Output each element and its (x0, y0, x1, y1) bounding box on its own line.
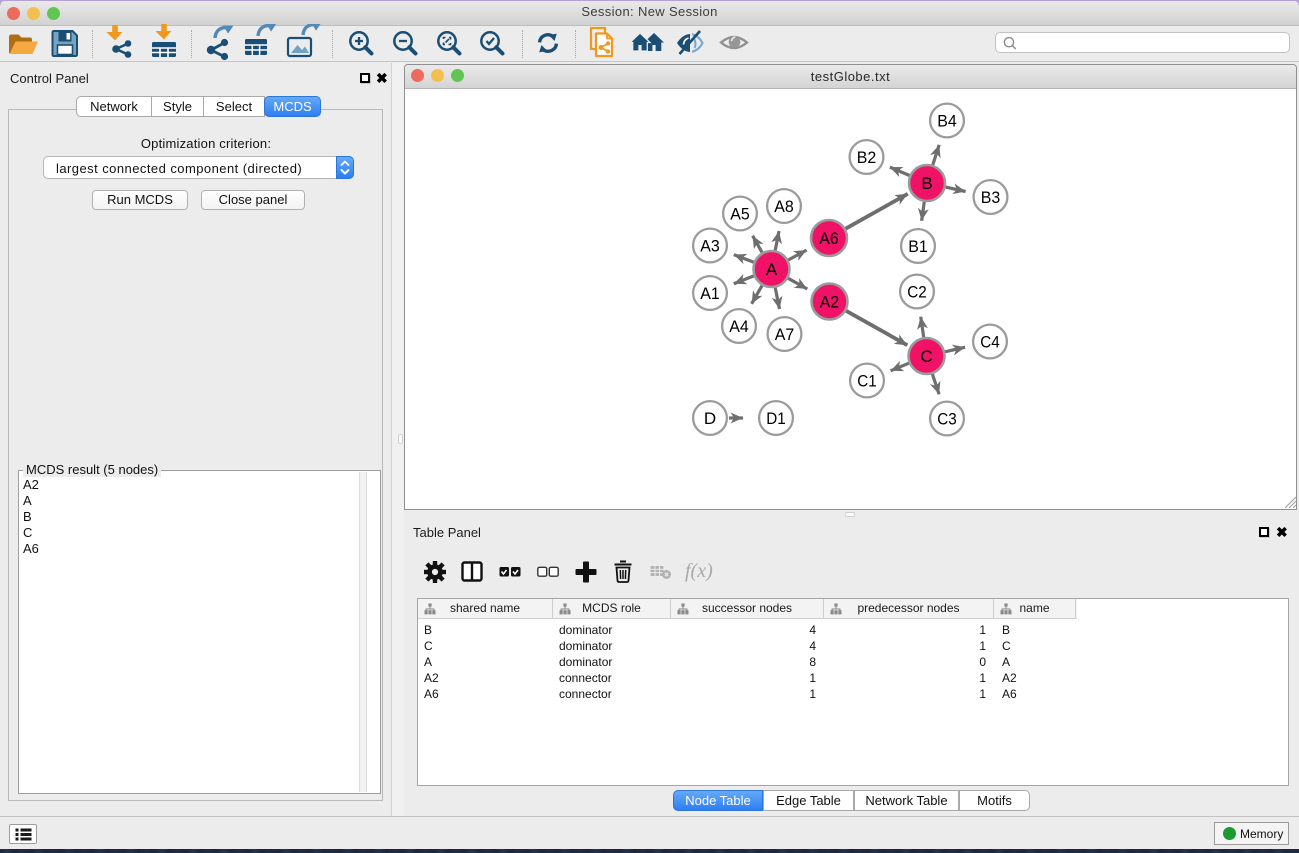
svg-text:C: C (920, 347, 932, 366)
svg-text:A: A (766, 260, 778, 279)
svg-text:C1: C1 (857, 372, 877, 391)
svg-text:B2: B2 (857, 148, 877, 167)
svg-text:B1: B1 (908, 237, 928, 256)
svg-text:A4: A4 (729, 317, 749, 336)
svg-text:B4: B4 (937, 112, 957, 131)
svg-text:B3: B3 (981, 188, 1001, 207)
svg-text:A1: A1 (700, 284, 720, 303)
svg-text:B: B (921, 174, 932, 193)
svg-text:A7: A7 (775, 325, 795, 344)
svg-text:A3: A3 (700, 237, 720, 256)
svg-text:A6: A6 (819, 229, 839, 248)
svg-text:D: D (704, 409, 716, 428)
svg-text:C3: C3 (937, 410, 957, 429)
svg-text:D1: D1 (766, 409, 786, 428)
svg-text:C2: C2 (907, 283, 927, 302)
svg-text:A8: A8 (774, 197, 794, 216)
svg-text:C4: C4 (980, 333, 1000, 352)
svg-text:A5: A5 (730, 205, 750, 224)
svg-text:A2: A2 (820, 293, 840, 312)
